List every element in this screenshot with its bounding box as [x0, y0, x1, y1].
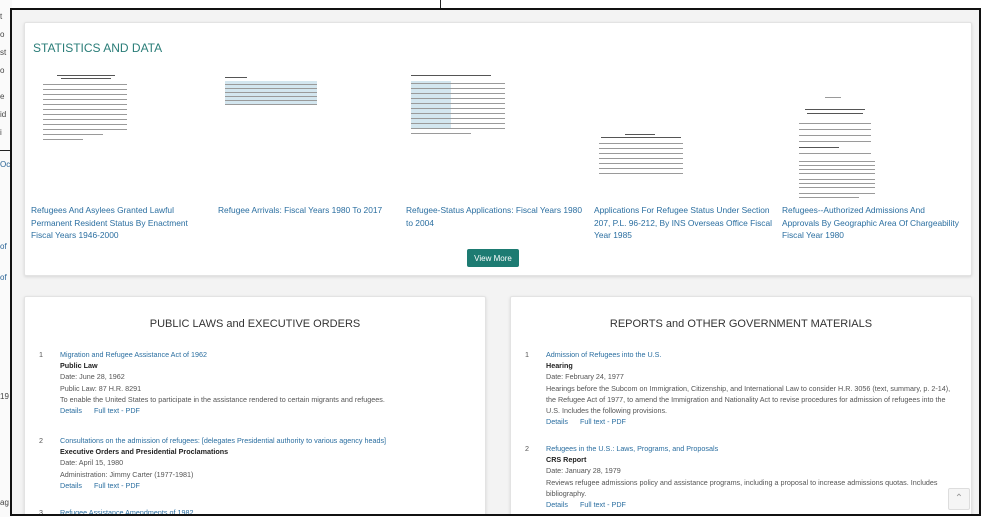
item-title-link[interactable]: Refugees in the U.S.: Laws, Programs, an… — [546, 443, 961, 454]
fulltext-pdf-link[interactable]: Full text - PDF — [94, 406, 140, 415]
details-link[interactable]: Details — [60, 481, 82, 490]
statistics-item-link[interactable]: Applications For Refugee Status Under Se… — [594, 204, 772, 242]
list-item: 2 Consultations on the admission of refu… — [39, 435, 475, 491]
bg-fragment: 19 — [0, 392, 9, 401]
item-type: Executive Orders and Presidential Procla… — [60, 447, 229, 457]
public-laws-card: PUBLIC LAWS and EXECUTIVE ORDERS 1 Migra… — [24, 296, 486, 516]
item-title-link[interactable]: Consultations on the admission of refuge… — [60, 435, 475, 446]
statistics-item-link[interactable]: Refugees--Authorized Admissions And Appr… — [782, 204, 960, 242]
item-number: 2 — [39, 436, 43, 445]
item-date: Date: June 28, 1962 — [60, 372, 125, 382]
list-item: 1 Migration and Refugee Assistance Act o… — [39, 349, 475, 416]
chevron-up-icon: ⌃ — [954, 493, 964, 504]
reports-card: REPORTS and OTHER GOVERNMENT MATERIALS 1… — [510, 296, 972, 514]
bg-fragment: e — [0, 92, 5, 101]
details-link[interactable]: Details — [546, 417, 568, 426]
item-meta: Administration: Jimmy Carter (1977-1981) — [60, 469, 194, 479]
bg-fragment: i — [0, 128, 2, 137]
item-description: To enable the United States to participa… — [60, 394, 385, 404]
statistics-thumbnail[interactable] — [39, 71, 131, 149]
statistics-thumbnail[interactable] — [595, 133, 687, 177]
fulltext-pdf-link[interactable]: Full text - PDF — [580, 500, 626, 509]
statistics-card: STATISTICS AND DATA Refugees And Asylees… — [24, 22, 972, 276]
statistics-heading: STATISTICS AND DATA — [33, 41, 163, 55]
item-type: Public Law — [60, 361, 98, 371]
item-title-link[interactable]: Admission of Refugees into the U.S. — [546, 349, 961, 360]
fulltext-pdf-link[interactable]: Full text - PDF — [580, 417, 626, 426]
item-type: Hearing — [546, 361, 573, 371]
list-item: 1 Admission of Refugees into the U.S. He… — [525, 349, 961, 427]
fulltext-pdf-link[interactable]: Full text - PDF — [94, 481, 140, 490]
section-title: REPORTS and OTHER GOVERNMENT MATERIALS — [609, 318, 873, 330]
section-title: PUBLIC LAWS and EXECUTIVE ORDERS — [149, 318, 361, 330]
item-type: CRS Report — [546, 455, 587, 465]
bg-fragment[interactable]: of — [0, 242, 7, 251]
scroll-to-top-button[interactable]: ⌃ — [948, 488, 970, 510]
details-link[interactable]: Details — [546, 500, 568, 509]
bg-fragment: o — [0, 66, 5, 75]
item-date: Date: February 24, 1977 — [546, 372, 624, 382]
item-date: Date: January 28, 1979 — [546, 466, 621, 476]
item-description: Hearings before the Subcom on Immigratio… — [546, 383, 951, 416]
item-number: 1 — [525, 350, 529, 359]
item-number: 1 — [39, 350, 43, 359]
bg-fragment: id — [0, 110, 7, 119]
bg-fragment[interactable]: of — [0, 273, 7, 282]
list-item: 2 Refugees in the U.S.: Laws, Programs, … — [525, 443, 961, 510]
background-divider — [440, 0, 441, 8]
item-title-link[interactable]: Refugee Assistance Amendments of 1982 — [60, 507, 475, 514]
bg-fragment: t — [0, 12, 3, 21]
list-item: 3 Refugee Assistance Amendments of 1982 — [39, 507, 475, 516]
view-more-button[interactable]: View More — [467, 249, 519, 267]
bg-fragment: ag — [0, 498, 9, 507]
statistics-item-link[interactable]: Refugees And Asylees Granted Lawful Perm… — [31, 204, 209, 242]
statistics-item-link[interactable]: Refugee Arrivals: Fiscal Years 1980 To 2… — [218, 204, 396, 217]
details-link[interactable]: Details — [60, 406, 82, 415]
item-meta: Public Law: 87 H.R. 8291 — [60, 383, 142, 393]
overlay-panel: STATISTICS AND DATA Refugees And Asylees… — [10, 8, 981, 516]
item-title-link[interactable]: Migration and Refugee Assistance Act of … — [60, 349, 475, 360]
item-description: Reviews refugee admissions policy and as… — [546, 477, 938, 498]
item-date: Date: April 15, 1980 — [60, 458, 124, 468]
bg-fragment: o — [0, 30, 5, 39]
item-number: 3 — [39, 508, 43, 516]
statistics-thumbnail[interactable] — [409, 73, 507, 137]
statistics-item-link[interactable]: Refugee-Status Applications: Fiscal Year… — [406, 204, 584, 229]
statistics-thumbnail[interactable] — [791, 89, 877, 201]
bg-fragment[interactable]: Oc — [0, 160, 10, 169]
bg-fragment: st — [0, 48, 7, 57]
item-number: 2 — [525, 444, 529, 453]
statistics-thumbnail[interactable] — [223, 75, 319, 107]
